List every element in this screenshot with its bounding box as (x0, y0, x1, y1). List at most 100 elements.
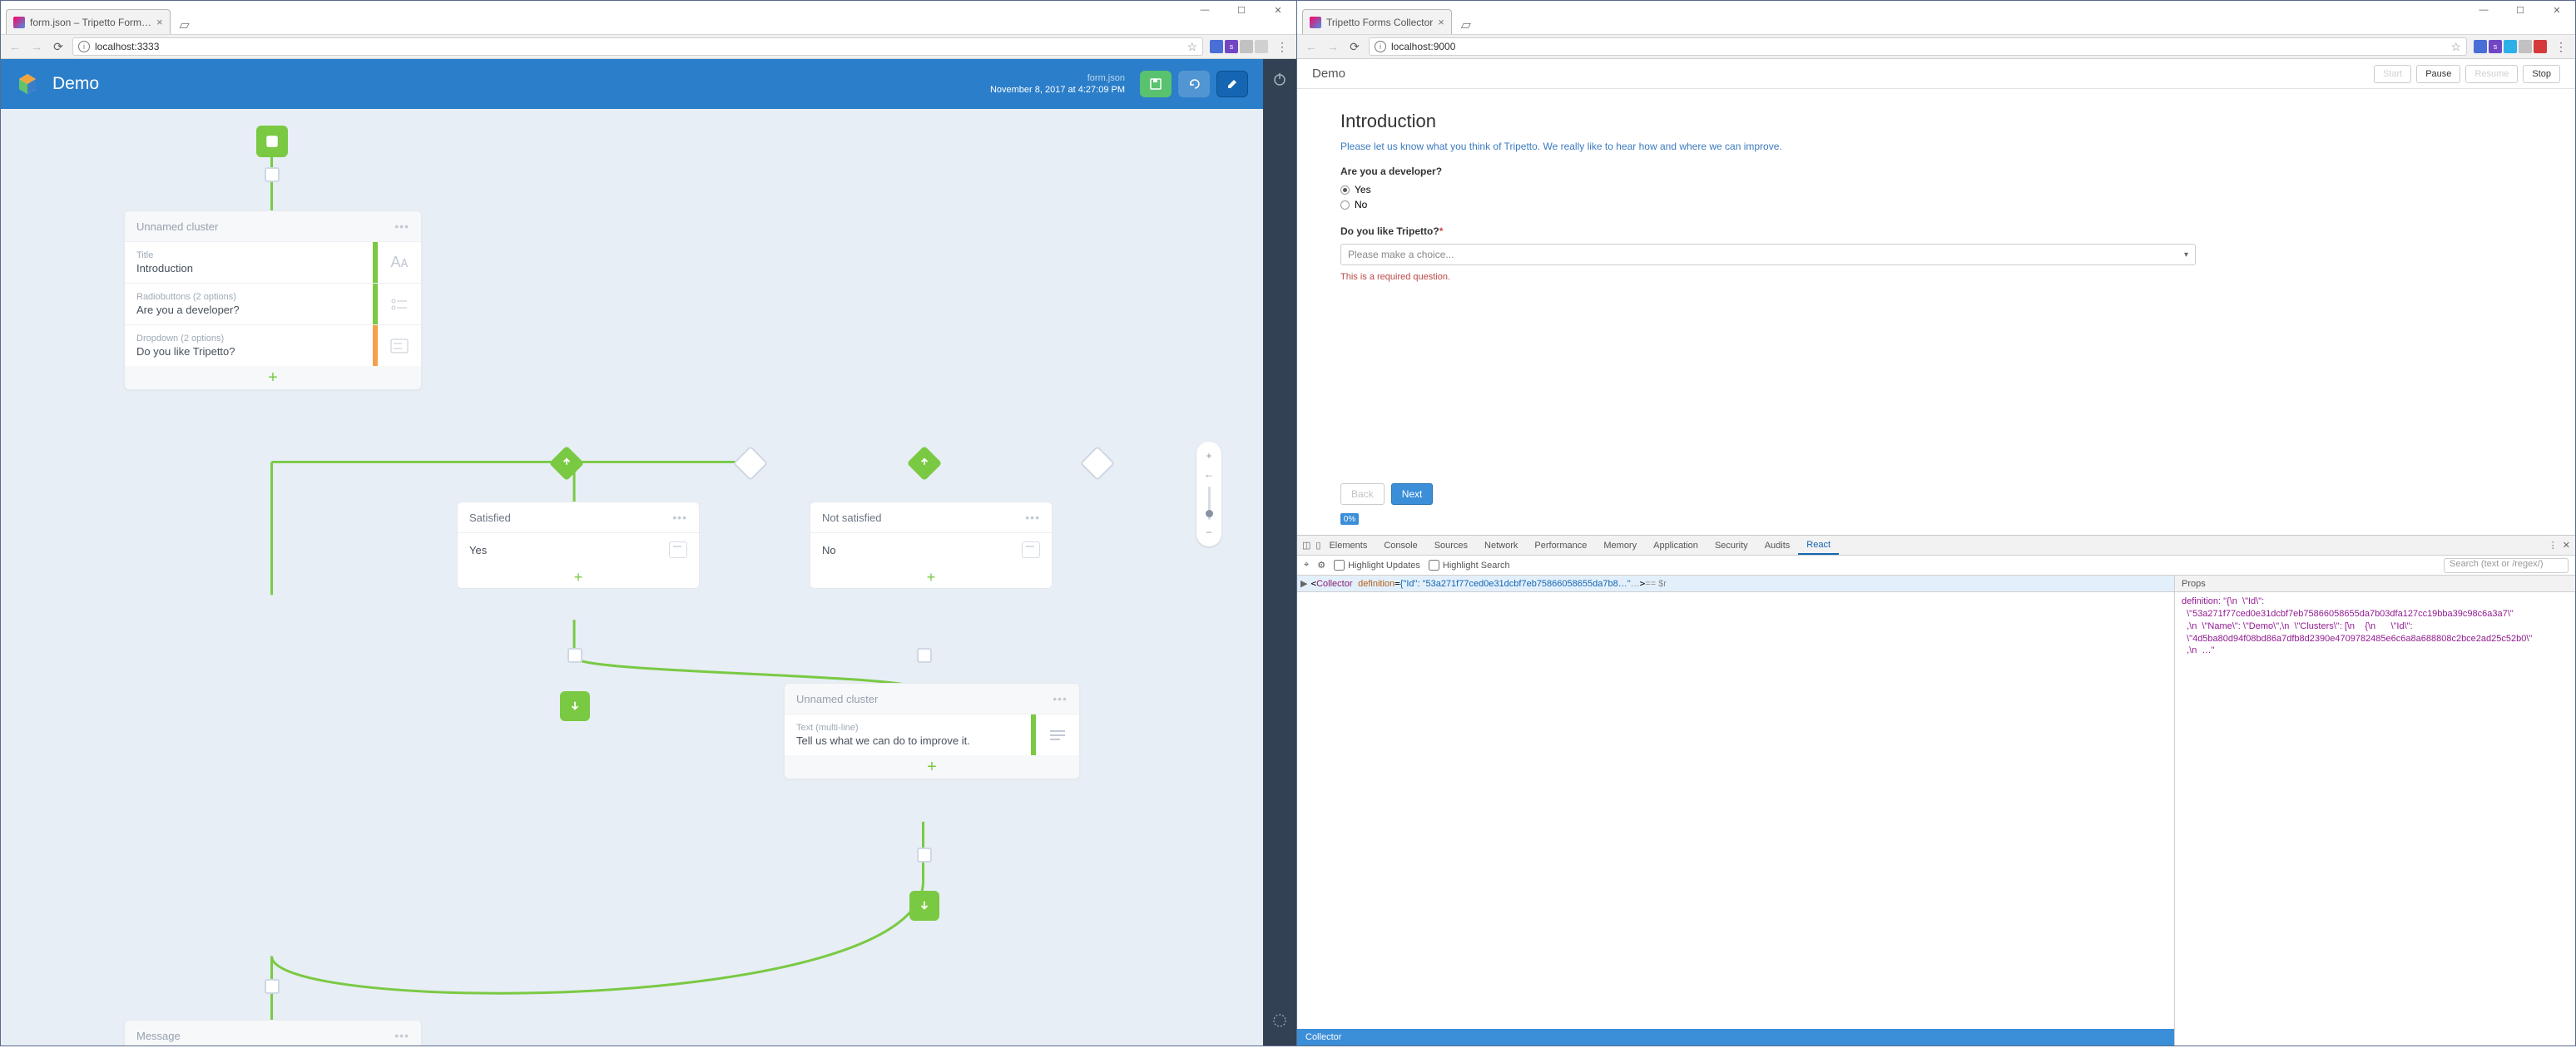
inspect-icon[interactable]: ◫ (1302, 540, 1310, 551)
branch-row[interactable]: No (810, 532, 1052, 566)
connector-handle[interactable] (567, 648, 582, 663)
branch-placeholder[interactable] (1080, 446, 1115, 481)
add-row-button[interactable]: + (125, 366, 421, 389)
ext-1[interactable] (1210, 40, 1223, 53)
cluster-header[interactable]: Message ••• (125, 1021, 421, 1046)
start-button[interactable]: Start (2374, 65, 2411, 83)
zoom-in-button[interactable]: + (1206, 447, 1211, 465)
dropdown-select[interactable]: Please make a choice... ▾ (1340, 244, 2196, 265)
cluster-header[interactable]: Unnamed cluster ••• (125, 211, 421, 241)
chrome-menu-button[interactable]: ⋮ (2554, 39, 2569, 54)
reload-button[interactable]: ⟳ (51, 39, 66, 54)
pause-button[interactable]: Pause (2416, 65, 2460, 83)
reload-button[interactable]: ⟳ (1347, 39, 1362, 54)
minimize-button[interactable]: — (1186, 1, 1223, 19)
save-button[interactable] (1140, 71, 1172, 97)
devtools-menu-icon[interactable]: ⋮ (2549, 540, 2558, 551)
bookmark-icon[interactable]: ☆ (2450, 40, 2461, 54)
cluster-row-dropdown[interactable]: Dropdown (2 options) Do you like Tripett… (125, 324, 421, 366)
ext-2[interactable]: s (1225, 40, 1238, 53)
zoom-left-button[interactable]: ← (1204, 465, 1214, 483)
minimize-button[interactable]: — (2465, 1, 2502, 19)
cluster-row-title[interactable]: Title Introduction Aᴀ (125, 241, 421, 283)
ext-3[interactable] (1240, 40, 1253, 53)
cluster-menu-icon[interactable]: ••• (1053, 692, 1068, 705)
site-info-icon[interactable]: i (78, 41, 90, 52)
close-icon[interactable]: × (1438, 16, 1444, 28)
connector-handle[interactable] (265, 167, 280, 182)
connector-handle[interactable] (917, 648, 932, 663)
next-button[interactable]: Next (1391, 483, 1434, 505)
branch-add-button[interactable]: + (458, 566, 699, 588)
tab-network[interactable]: Network (1476, 536, 1526, 555)
branch-header[interactable]: Not satisfied ••• (810, 502, 1052, 532)
branch-row[interactable]: Yes (458, 532, 699, 566)
address-input[interactable]: i localhost:9000 ☆ (1369, 37, 2467, 56)
forward-button[interactable]: → (29, 39, 44, 54)
search-input[interactable]: Search (text or /regex/) (2444, 558, 2569, 573)
tab-react[interactable]: React (1798, 536, 1839, 555)
zoom-control[interactable]: + ← − (1196, 442, 1221, 546)
back-button[interactable]: ← (7, 39, 22, 54)
tab-console[interactable]: Console (1375, 536, 1425, 555)
terminal-node[interactable] (560, 691, 590, 721)
add-row-button[interactable]: + (785, 755, 1079, 779)
zoom-out-button[interactable]: − (1206, 523, 1211, 541)
bookmark-icon[interactable]: ☆ (1186, 40, 1197, 54)
resume-button[interactable]: Resume (2465, 65, 2518, 83)
tab-performance[interactable]: Performance (1526, 536, 1595, 555)
cluster-card[interactable]: Unnamed cluster ••• Text (multi-line) Te… (784, 683, 1080, 779)
ext-4[interactable] (1255, 40, 1268, 53)
close-button[interactable]: ✕ (2539, 1, 2575, 19)
disclosure-triangle-icon[interactable]: ▶ (1300, 578, 1307, 589)
cluster-card[interactable]: Unnamed cluster ••• Title Introduction A… (124, 210, 422, 390)
highlight-updates-checkbox[interactable]: Highlight Updates (1334, 560, 1420, 571)
ext-1[interactable] (2474, 40, 2487, 53)
branch-card-satisfied[interactable]: Satisfied ••• Yes + (457, 502, 700, 589)
browser-tab[interactable]: form.json – Tripetto Form… × (6, 9, 171, 34)
terminal-node[interactable] (909, 891, 939, 921)
edit-button[interactable] (1216, 71, 1248, 97)
cluster-menu-icon[interactable]: ••• (394, 1029, 409, 1042)
tab-sources[interactable]: Sources (1426, 536, 1476, 555)
ext-2[interactable]: s (2489, 40, 2502, 53)
settings-icon[interactable]: ⚙ (1317, 560, 1325, 571)
zoom-thumb[interactable] (1206, 510, 1213, 517)
devtools-breadcrumb[interactable]: Collector (1297, 1029, 2174, 1046)
tab-security[interactable]: Security (1707, 536, 1756, 555)
tab-elements[interactable]: Elements (1320, 536, 1375, 555)
cluster-menu-icon[interactable]: ••• (394, 220, 409, 233)
close-icon[interactable]: × (156, 16, 163, 28)
cluster-row-text[interactable]: Text (multi-line) Tell us what we can do… (785, 714, 1079, 755)
close-button[interactable]: ✕ (1260, 1, 1296, 19)
radio-option-no[interactable]: No (1340, 199, 2575, 210)
forward-button[interactable]: → (1325, 39, 1340, 54)
cluster-card[interactable]: Message ••• (124, 1020, 422, 1046)
new-tab-button[interactable]: ▱ (1457, 16, 1475, 34)
branch-header[interactable]: Satisfied ••• (458, 502, 699, 532)
branch-card-not-satisfied[interactable]: Not satisfied ••• No + (810, 502, 1053, 589)
cluster-row-radio[interactable]: Radiobuttons (2 options) Are you a devel… (125, 283, 421, 324)
settings-icon[interactable] (1272, 1013, 1287, 1032)
ext-5[interactable] (2534, 40, 2547, 53)
browser-tab[interactable]: Tripetto Forms Collector × (1302, 9, 1452, 34)
ext-4[interactable] (2519, 40, 2532, 53)
power-icon[interactable] (1272, 72, 1287, 91)
select-element-icon[interactable]: ⌖ (1304, 560, 1309, 571)
branch-menu-icon[interactable]: ••• (1025, 511, 1040, 524)
connector-handle[interactable] (917, 848, 932, 863)
back-button[interactable]: ← (1304, 39, 1319, 54)
site-info-icon[interactable]: i (1375, 41, 1386, 52)
stop-button[interactable]: Stop (2523, 65, 2560, 83)
branch-add-button[interactable]: + (810, 566, 1052, 588)
tree-row-collector[interactable]: ▶ <Collector definition={"Id": "53a271f7… (1297, 576, 2174, 592)
branch-menu-icon[interactable]: ••• (672, 511, 687, 524)
branch-node[interactable] (549, 446, 584, 481)
branch-placeholder[interactable] (733, 446, 768, 481)
address-input[interactable]: i localhost:3333 ☆ (72, 37, 1203, 56)
new-tab-button[interactable]: ▱ (176, 16, 194, 34)
chrome-menu-button[interactable]: ⋮ (1275, 39, 1290, 54)
start-node[interactable] (256, 126, 288, 157)
highlight-search-checkbox[interactable]: Highlight Search (1429, 560, 1510, 571)
tab-memory[interactable]: Memory (1595, 536, 1645, 555)
